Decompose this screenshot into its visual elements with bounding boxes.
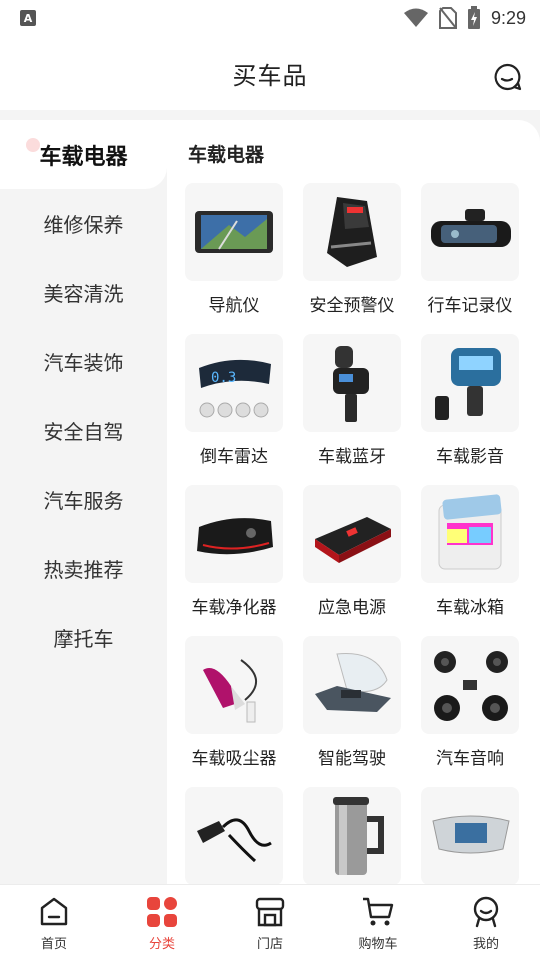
page-title: 买车品 xyxy=(232,61,308,90)
product-jump-starter[interactable]: 应急电源 xyxy=(303,485,403,625)
jump-starter-image xyxy=(303,485,401,583)
sidebar-item-decoration[interactable]: 汽车装饰 xyxy=(0,327,167,396)
product-label: 应急电源 xyxy=(318,598,386,618)
sidebar-item-car-service[interactable]: 汽车服务 xyxy=(0,465,167,534)
car-fridge-image xyxy=(421,485,519,583)
svg-text:0.3: 0.3 xyxy=(211,370,236,386)
gps-navigator-image xyxy=(185,183,283,281)
product-gps-navigator[interactable]: 导航仪 xyxy=(185,183,285,323)
product-label: 车载蓝牙 xyxy=(318,447,386,467)
product-label: 车载净化器 xyxy=(191,598,277,618)
car-speakers-image xyxy=(421,636,519,734)
product-label: 智能驾驶 xyxy=(318,749,386,769)
sidebar-item-motorcycle[interactable]: 摩托车 xyxy=(0,603,167,672)
product-label: 汽车音响 xyxy=(436,749,504,769)
product-car-audio[interactable]: 汽车音响 xyxy=(421,636,521,776)
sidebar-item-label: 汽车装饰 xyxy=(43,351,124,375)
product-parking-sensor[interactable]: 0.3 倒车雷达 xyxy=(185,334,285,474)
battery-charging-icon xyxy=(467,6,480,29)
nav-profile[interactable]: 我的 xyxy=(432,885,540,960)
vacuum-cleaner-image xyxy=(185,636,283,734)
sidebar-item-maintenance[interactable]: 维修保养 xyxy=(0,189,167,258)
cart-icon xyxy=(363,897,394,926)
sidebar-item-hot-picks[interactable]: 热卖推荐 xyxy=(0,534,167,603)
notification-app-icon: A xyxy=(20,10,36,26)
product-label: 车载吸尘器 xyxy=(191,749,277,769)
fm-transmitter-image xyxy=(421,334,519,432)
sidebar-item-car-electronics[interactable]: 车载电器 xyxy=(0,120,167,189)
product-label: 车载影音 xyxy=(436,447,504,467)
product-car-fridge[interactable]: 车载冰箱 xyxy=(421,485,521,625)
product-charger[interactable] xyxy=(185,787,285,884)
dashboard-screen-image xyxy=(421,787,519,884)
product-panel: 车载电器 导航仪 安全预警仪 行车记录仪 0.3 倒车雷达 车载蓝牙 车载影音 … xyxy=(167,120,540,884)
bluetooth-adapter-image xyxy=(303,334,401,432)
product-radar-detector[interactable]: 安全预警仪 xyxy=(303,183,403,323)
section-title: 车载电器 xyxy=(188,144,265,166)
sidebar-item-label: 美容清洗 xyxy=(43,282,124,306)
sidebar-item-label: 安全自驾 xyxy=(43,420,124,444)
cigarette-charger-image xyxy=(185,787,283,884)
nav-store[interactable]: 门店 xyxy=(216,885,324,960)
sidebar-item-label: 车载电器 xyxy=(39,144,128,170)
nav-label: 门店 xyxy=(256,937,283,952)
radar-detector-image xyxy=(303,183,401,281)
profile-icon xyxy=(473,896,499,928)
product-label: 车载冰箱 xyxy=(436,598,504,618)
sidebar-item-safe-driving[interactable]: 安全自驾 xyxy=(0,396,167,465)
nav-label: 分类 xyxy=(148,937,175,952)
nav-label: 购物车 xyxy=(358,937,398,952)
message-icon[interactable] xyxy=(492,62,522,92)
category-sidebar: 车载电器 维修保养 美容清洗 汽车装饰 安全自驾 汽车服务 热卖推荐 摩托车 xyxy=(0,120,167,884)
product-air-purifier[interactable]: 车载净化器 xyxy=(185,485,285,625)
product-dashcam-mirror[interactable]: 行车记录仪 xyxy=(421,183,521,323)
sidebar-item-label: 维修保养 xyxy=(43,213,124,237)
home-icon xyxy=(40,897,68,926)
status-bar: A 9:29 xyxy=(0,0,540,36)
sidebar-item-label: 热卖推荐 xyxy=(43,558,124,582)
product-label: 安全预警仪 xyxy=(309,296,395,316)
product-heated-mug[interactable] xyxy=(303,787,403,884)
air-purifier-image xyxy=(185,485,283,583)
product-label: 导航仪 xyxy=(208,296,260,316)
sidebar-item-label: 汽车服务 xyxy=(43,489,124,513)
bottom-nav: 首页 分类 门店 购物车 我的 xyxy=(0,884,540,960)
nav-label: 我的 xyxy=(472,937,499,952)
no-sim-icon xyxy=(438,7,457,29)
heated-mug-image xyxy=(303,787,401,884)
mirror-dashcam-image xyxy=(421,183,519,281)
nav-label: 首页 xyxy=(40,937,67,952)
status-time: 9:29 xyxy=(490,7,526,28)
product-vacuum[interactable]: 车载吸尘器 xyxy=(185,636,285,776)
wifi-icon xyxy=(403,8,428,27)
product-label: 行车记录仪 xyxy=(427,296,513,316)
store-icon xyxy=(255,897,285,927)
sidebar-item-label: 摩托车 xyxy=(53,627,114,651)
parking-sensor-image: 0.3 xyxy=(185,334,283,432)
product-bluetooth[interactable]: 车载蓝牙 xyxy=(303,334,403,474)
nav-home[interactable]: 首页 xyxy=(0,885,108,960)
nav-category[interactable]: 分类 xyxy=(108,885,216,960)
hud-display-image xyxy=(303,636,401,734)
product-smart-driving[interactable]: 智能驾驶 xyxy=(303,636,403,776)
category-icon xyxy=(147,897,177,927)
sidebar-item-cleaning[interactable]: 美容清洗 xyxy=(0,258,167,327)
product-dashboard-screen[interactable] xyxy=(421,787,521,884)
product-car-media[interactable]: 车载影音 xyxy=(421,334,521,474)
product-label: 倒车雷达 xyxy=(200,447,268,467)
content-area: 车载电器 维修保养 美容清洗 汽车装饰 安全自驾 汽车服务 热卖推荐 摩托车 车… xyxy=(0,110,540,884)
nav-cart[interactable]: 购物车 xyxy=(324,885,432,960)
header: 买车品 xyxy=(0,36,540,110)
active-indicator xyxy=(26,138,40,152)
